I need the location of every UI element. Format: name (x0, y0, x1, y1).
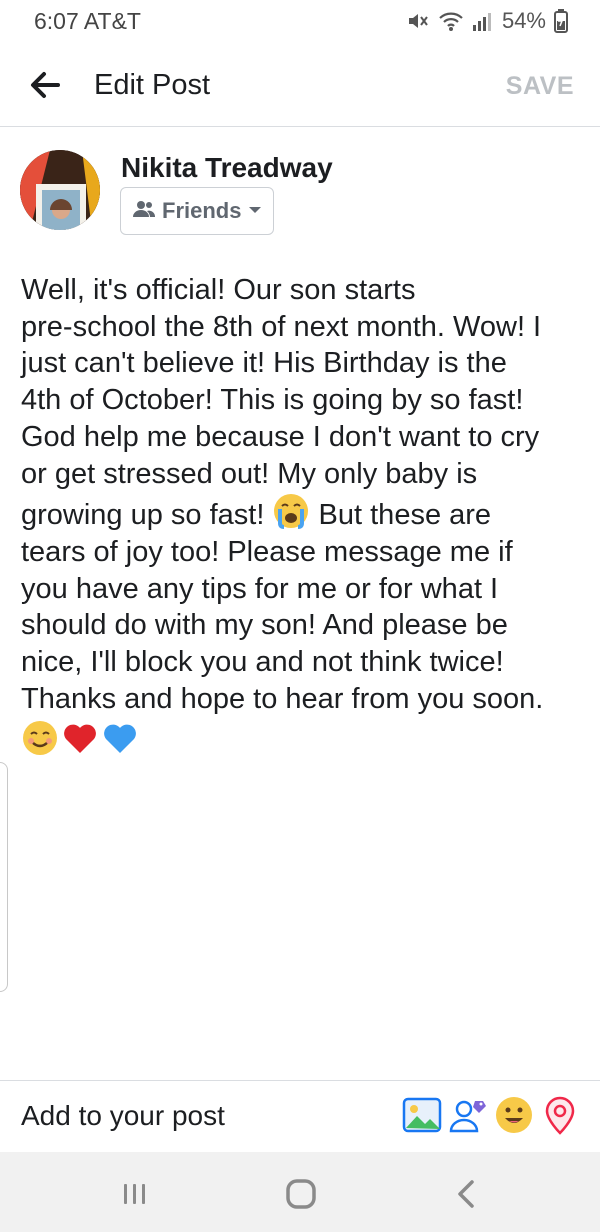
photo-icon[interactable] (402, 1095, 442, 1135)
post-text-input[interactable]: Well, it's official! Our son starts pre-… (21, 272, 587, 757)
tag-people-icon[interactable] (448, 1095, 488, 1135)
post-line: Well, it's official! Our son starts (21, 274, 416, 306)
status-bar: 6:07 AT&T 54% (0, 0, 600, 44)
status-icons: 54% (406, 8, 568, 34)
avatar[interactable] (20, 150, 100, 230)
post-line-segment: growing up so fast! (21, 499, 273, 532)
post-line: pre-school the 8th of next month. Wow! I (21, 310, 542, 343)
app-header: Edit Post SAVE (0, 44, 600, 127)
page-title: Edit Post (94, 69, 211, 101)
post-line: tears of joy too! Please message me if (21, 535, 513, 568)
save-button[interactable]: SAVE (506, 72, 574, 101)
post-line-with-emoji: growing up so fast! But these are (21, 492, 587, 534)
back-button[interactable] (28, 68, 68, 102)
author-name: Nikita Treadway (121, 152, 333, 183)
blue-heart-icon (101, 719, 139, 757)
chevron-down-icon (248, 202, 262, 220)
audience-label: Friends (162, 198, 242, 223)
post-line: just can't believe it! His Birthday is t… (21, 347, 507, 380)
home-button[interactable] (281, 1174, 321, 1214)
post-line: God help me because I don't want to cry (21, 420, 540, 453)
recent-apps-button[interactable] (115, 1174, 155, 1214)
add-to-post-bar[interactable]: Add to your post (0, 1080, 600, 1152)
post-line: 4th of October! This is going by so fast… (21, 384, 524, 417)
add-to-post-icons (402, 1095, 580, 1135)
smiling-emoji-icon (21, 719, 59, 757)
home-icon (281, 1179, 321, 1218)
post-line: or get stressed out! My only baby is (21, 457, 478, 490)
crying-emoji-icon (272, 492, 310, 530)
battery-icon (554, 9, 568, 33)
wifi-icon (438, 10, 464, 32)
location-pin-icon[interactable] (540, 1095, 580, 1135)
post-line: should do with my son! And please be (21, 609, 508, 642)
emoji-row (21, 719, 587, 757)
post-line: nice, I'll block you and not think twice… (21, 646, 504, 679)
recent-apps-icon (115, 1184, 155, 1218)
battery-level: 54% (501, 8, 546, 33)
red-heart-icon (61, 719, 99, 757)
edge-panel-handle[interactable] (0, 762, 8, 992)
signal-icon (472, 10, 494, 32)
arrow-left-icon (28, 72, 62, 106)
post-line: Thanks and hope to hear from you soon. (21, 682, 544, 715)
post-line-segment: But these are (310, 499, 492, 532)
audience-selector[interactable]: Friends (120, 187, 274, 235)
feeling-icon[interactable] (494, 1095, 534, 1135)
post-line: you have any tips for me or for what I (21, 572, 499, 605)
status-time-carrier: 6:07 AT&T (34, 8, 141, 34)
system-nav-bar (0, 1152, 600, 1232)
chevron-left-icon (448, 1180, 488, 1218)
add-to-post-label: Add to your post (21, 1100, 225, 1131)
mute-icon (406, 10, 430, 32)
friends-icon (133, 200, 156, 223)
nav-back-button[interactable] (448, 1174, 488, 1214)
